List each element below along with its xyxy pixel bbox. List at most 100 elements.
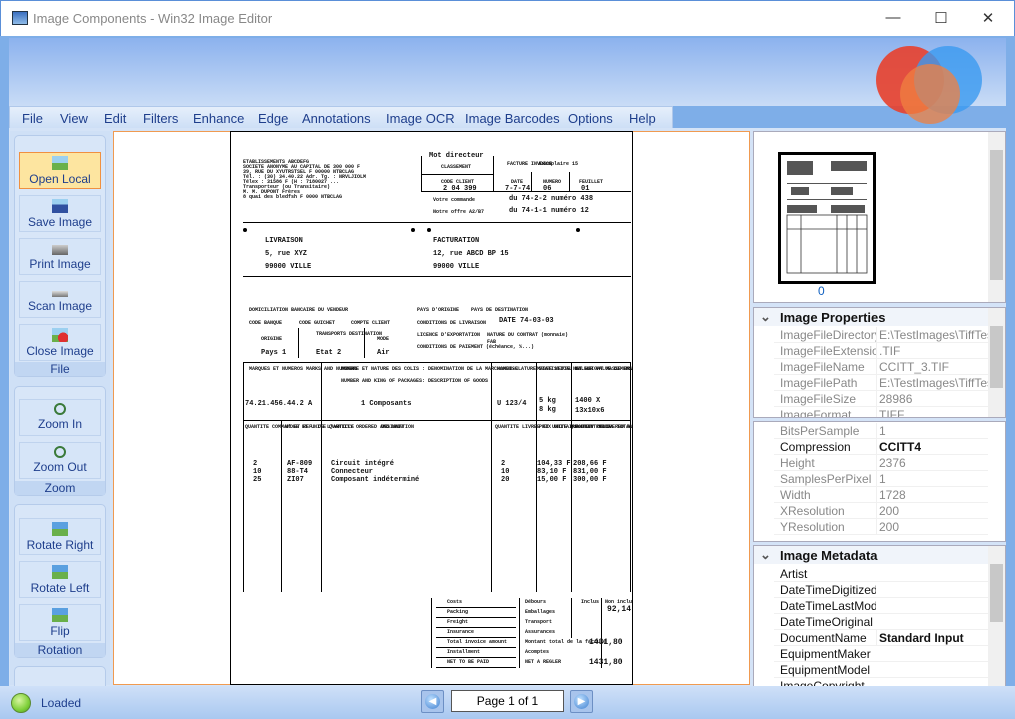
menu-enhance[interactable]: Enhance: [193, 111, 244, 126]
property-row[interactable]: XResolution 200: [774, 503, 988, 519]
property-row[interactable]: DateTimeDigitized: [774, 582, 988, 598]
rotate-left-button[interactable]: Rotate Left: [19, 561, 101, 598]
next-page-button[interactable]: ▶: [570, 690, 593, 713]
property-name: DateTimeLastModif: [780, 599, 876, 613]
property-row[interactable]: BitsPerSample 1: [774, 423, 988, 439]
property-row[interactable]: Height 2376: [774, 455, 988, 471]
document-text: 92,14: [607, 605, 632, 614]
menu-filters[interactable]: Filters: [143, 111, 178, 126]
scan-image-button[interactable]: Scan Image: [19, 281, 101, 318]
document-text: 104,33 F: [537, 460, 571, 468]
document-text: Assurances: [525, 629, 556, 635]
property-value: Standard Input: [876, 630, 992, 646]
menu-edge[interactable]: Edge: [258, 111, 288, 126]
property-row[interactable]: ImageFileDirectory E:\TestImages\TiffTest…: [774, 327, 992, 343]
document-text: ORIGINE: [261, 336, 283, 342]
document-text: NET A REGLER: [525, 659, 562, 665]
property-value: 2376: [876, 455, 992, 471]
flip-button[interactable]: Flip: [19, 604, 101, 641]
property-row[interactable]: EquipmentModel: [774, 662, 988, 678]
document-text: 25: [253, 476, 262, 484]
document-text: 20: [501, 476, 510, 484]
menu-file[interactable]: File: [22, 111, 43, 126]
document-text: 10: [253, 468, 262, 476]
menu-annotations[interactable]: Annotations: [302, 111, 371, 126]
document-text: Transport: [525, 619, 553, 625]
property-value: .TIF: [876, 343, 992, 359]
rotate-right-button[interactable]: Rotate Right: [19, 518, 101, 555]
document-text: Circuit intégré: [331, 460, 395, 468]
property-name: EquipmentModel: [780, 663, 871, 677]
document-text: 83,10 F: [537, 468, 567, 476]
menu-options[interactable]: Options: [568, 111, 613, 126]
property-row[interactable]: EquipmentMaker: [774, 646, 988, 662]
flip-icon: [52, 608, 68, 622]
property-row[interactable]: YResolution 200: [774, 519, 988, 535]
previous-page-button[interactable]: ◀: [421, 690, 444, 713]
menu-help[interactable]: Help: [629, 111, 656, 126]
collapse-chevron-icon[interactable]: ⌄: [760, 309, 771, 325]
document-text: COMPTE CLIENT: [351, 320, 391, 326]
property-row[interactable]: ImageFilePath E:\TestImages\TiffTest\: [774, 375, 992, 391]
document-text: PAYS DE DESTINATION: [471, 307, 529, 313]
file-group: Open Local Save Image Print Image Scan I…: [14, 135, 106, 377]
menu-view[interactable]: View: [60, 111, 88, 126]
zoom-in-button[interactable]: Zoom In: [19, 399, 101, 436]
document-rule: [436, 647, 516, 648]
property-row[interactable]: ImageFileName CCITT_3.TIF: [774, 359, 988, 375]
close-image-button[interactable]: Close Image: [19, 324, 101, 361]
property-row[interactable]: Compression CCITT4: [774, 439, 988, 455]
properties-scrollbar[interactable]: [988, 308, 1005, 417]
close-button[interactable]: ✕: [978, 9, 998, 27]
property-row[interactable]: ImageFileExtension .TIF: [774, 343, 988, 359]
document-text: 13x10x6: [575, 407, 605, 415]
document-text: Packing: [447, 609, 469, 615]
property-row[interactable]: ImageFormat TIFF: [774, 407, 988, 417]
document-text: 2: [501, 460, 506, 468]
image-metadata-header[interactable]: ⌄ Image Metadata: [754, 546, 1005, 564]
image-metadata-grid: ⌄ Image Metadata Artist DateTimeDigitized D…: [753, 545, 1006, 687]
maximize-button[interactable]: ☐: [931, 9, 951, 27]
document-rule: [436, 627, 516, 628]
menu-edit[interactable]: Edit: [104, 111, 126, 126]
property-name: DocumentName: [780, 631, 867, 645]
document-text: Total invoice amount: [447, 639, 508, 645]
status-indicator-icon: [11, 693, 31, 713]
scanner-icon: [52, 291, 68, 297]
document-text: CONDITIONS DE LIVRAISON: [417, 320, 487, 326]
thumbnail-scrollbar[interactable]: [988, 132, 1005, 302]
file-group-label: File: [15, 362, 105, 376]
minimize-button[interactable]: —: [883, 9, 903, 27]
document-rule: [569, 172, 570, 191]
open-local-button[interactable]: Open Local: [19, 152, 101, 189]
document-text: 5, rue XYZ: [265, 250, 308, 258]
property-row[interactable]: ImageFileSize 28986: [774, 391, 988, 407]
document-text: Débours: [525, 599, 547, 605]
page-thumbnail[interactable]: [778, 152, 876, 284]
document-text: 10: [501, 468, 510, 476]
property-row[interactable]: DocumentName Standard Input: [774, 630, 988, 646]
print-image-button[interactable]: Print Image: [19, 238, 101, 275]
collapse-chevron-icon[interactable]: ⌄: [760, 547, 771, 563]
property-value: E:\TestImages\TiffTest\: [876, 327, 992, 343]
save-image-button[interactable]: Save Image: [19, 195, 101, 232]
property-row[interactable]: Width 1728: [774, 487, 988, 503]
property-name: Height: [780, 456, 815, 470]
property-name: SamplesPerPixel: [780, 472, 872, 486]
property-row[interactable]: DateTimeLastModif: [774, 598, 988, 614]
document-rule: [243, 276, 631, 277]
property-row[interactable]: DateTimeOriginal: [774, 614, 988, 630]
zoom-out-button[interactable]: Zoom Out: [19, 442, 101, 479]
menu-bar: File View Edit Filters Enhance Edge Annotation…: [9, 106, 673, 129]
menu-image-barcodes[interactable]: Image Barcodes: [465, 111, 560, 126]
metadata-scrollbar[interactable]: [988, 546, 1005, 686]
arrow-right-icon: ▶: [574, 694, 589, 709]
document-text: 99000 VILLE: [433, 263, 480, 271]
menu-image-ocr[interactable]: Image OCR: [386, 111, 455, 126]
document-rule: [243, 362, 244, 592]
image-properties-header[interactable]: ⌄ Image Properties: [754, 308, 1005, 326]
property-row[interactable]: Artist: [774, 566, 988, 582]
property-row[interactable]: SamplesPerPixel 1: [774, 471, 988, 487]
document-rule: [491, 362, 492, 592]
image-viewer[interactable]: ETABLISSEMENTS ABCDEFG SOCIETE ANONYME AU…: [113, 131, 750, 685]
